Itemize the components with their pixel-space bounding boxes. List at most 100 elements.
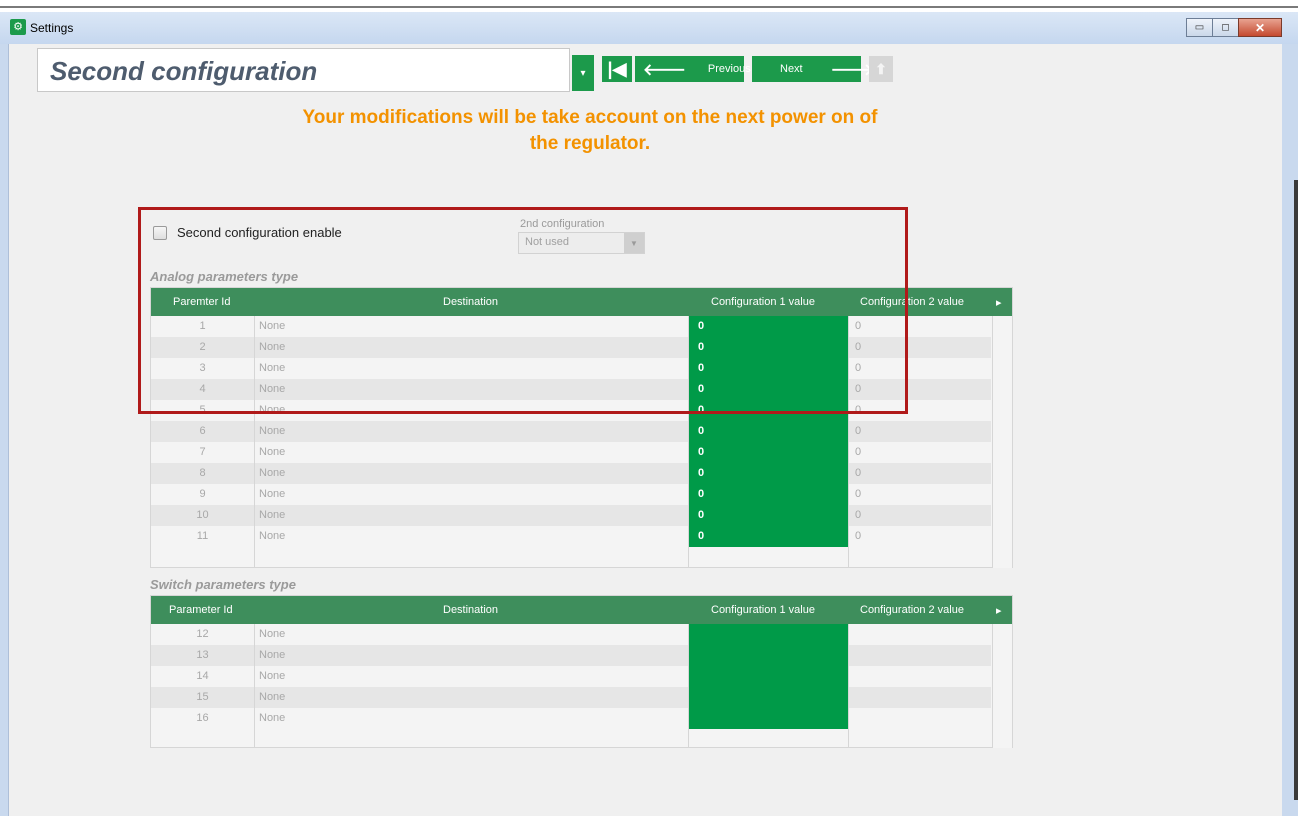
config-2-value-cell[interactable]: 0 [848, 320, 861, 332]
config-1-value-cell[interactable] [688, 645, 848, 666]
col-config-2-value[interactable]: Configuration 2 value [860, 296, 964, 308]
table-row[interactable]: 16 None [151, 708, 991, 729]
table-row[interactable]: 12 None [151, 624, 991, 645]
configuration-dropdown-button[interactable]: ▾ [572, 55, 594, 91]
previous-button[interactable]: 🡐 Previous [635, 56, 751, 82]
table-row[interactable]: 14 None [151, 666, 991, 687]
second-config-select[interactable]: Not used ▼ [518, 232, 645, 254]
destination-cell[interactable]: None [259, 649, 285, 661]
col-divider [254, 316, 255, 568]
scroll-right-icon[interactable]: ▸ [996, 604, 1002, 617]
window-edge [1294, 180, 1298, 800]
config-1-value-cell[interactable]: 0 [688, 505, 848, 526]
notice-message: Your modifications will be take account … [230, 105, 950, 157]
config-1-value-cell[interactable] [688, 624, 848, 645]
col-destination[interactable]: Destination [443, 296, 498, 308]
upload-button[interactable]: ⬆ [869, 56, 893, 82]
config-1-value-cell[interactable]: 0 [688, 442, 848, 463]
arrow-right-icon: 🡒 [830, 61, 874, 79]
configuration-selector[interactable]: Second configuration [37, 48, 570, 92]
analog-parameters-grid: Paremter Id Destination Configuration 1 … [150, 287, 1013, 568]
config-1-value-cell[interactable]: 0 [688, 526, 848, 547]
upload-arrow-icon: ⬆ [875, 60, 887, 77]
table-row[interactable]: 8 None 0 0 [151, 463, 991, 484]
parameter-id-cell: 1 [199, 320, 206, 332]
config-1-value-cell[interactable]: 0 [688, 400, 848, 421]
config-2-value-cell[interactable]: 0 [848, 467, 861, 479]
config-2-value-cell[interactable]: 0 [848, 530, 861, 542]
second-configuration-enable[interactable]: Second configuration enable [153, 225, 342, 240]
destination-cell[interactable]: None [259, 425, 285, 437]
col-parameter-id[interactable]: Parameter Id [169, 604, 233, 616]
config-1-value-cell[interactable]: 0 [688, 358, 848, 379]
table-row[interactable]: 1 None 0 0 [151, 316, 991, 337]
table-row[interactable]: 9 None 0 0 [151, 484, 991, 505]
config-2-value-cell[interactable]: 0 [848, 488, 861, 500]
close-button[interactable]: ✕ [1238, 18, 1282, 37]
table-row[interactable]: 15 None [151, 687, 991, 708]
config-2-value-cell[interactable]: 0 [848, 509, 861, 521]
col-config-1-value[interactable]: Configuration 1 value [711, 604, 815, 616]
config-2-value-cell[interactable]: 0 [848, 446, 861, 458]
config-1-value-cell[interactable]: 0 [688, 379, 848, 400]
parameter-id-cell: 13 [196, 649, 209, 661]
destination-cell[interactable]: None [259, 383, 285, 395]
col-config-1-value[interactable]: Configuration 1 value [711, 296, 815, 308]
destination-cell[interactable]: None [259, 341, 285, 353]
maximize-button[interactable]: ◻ [1212, 18, 1239, 37]
destination-cell[interactable]: None [259, 488, 285, 500]
table-row[interactable]: 11 None 0 0 [151, 526, 991, 547]
scroll-right-icon[interactable]: ▸ [996, 296, 1002, 309]
destination-cell[interactable]: None [259, 404, 285, 416]
destination-cell[interactable]: None [259, 691, 285, 703]
skip-to-first-icon: |◀ [607, 58, 627, 79]
config-2-value-cell[interactable]: 0 [848, 404, 861, 416]
col-parameter-id[interactable]: Paremter Id [173, 296, 230, 308]
analog-vertical-scrollbar[interactable] [992, 316, 1012, 568]
col-destination[interactable]: Destination [443, 604, 498, 616]
config-1-value-cell[interactable]: 0 [688, 463, 848, 484]
config-2-value-cell[interactable]: 0 [848, 425, 861, 437]
table-row[interactable]: 10 None 0 0 [151, 505, 991, 526]
parameter-id-cell: 8 [199, 467, 206, 479]
config-1-value-cell[interactable] [688, 666, 848, 687]
table-row[interactable]: 4 None 0 0 [151, 379, 991, 400]
table-row[interactable]: 6 None 0 0 [151, 421, 991, 442]
config-1-value-cell[interactable]: 0 [688, 337, 848, 358]
destination-cell[interactable]: None [259, 320, 285, 332]
parameter-id-cell: 9 [199, 488, 206, 500]
destination-cell[interactable]: None [259, 467, 285, 479]
switch-section-title: Switch parameters type [150, 577, 296, 592]
enable-checkbox[interactable] [153, 225, 167, 240]
switch-grid-header: Parameter Id Destination Configuration 1… [151, 596, 1012, 624]
col-divider [688, 624, 689, 748]
destination-cell[interactable]: None [259, 670, 285, 682]
config-2-value-cell[interactable]: 0 [848, 383, 861, 395]
table-row[interactable]: 7 None 0 0 [151, 442, 991, 463]
config-1-value-cell[interactable] [688, 687, 848, 708]
destination-cell[interactable]: None [259, 446, 285, 458]
table-row[interactable]: 3 None 0 0 [151, 358, 991, 379]
destination-cell[interactable]: None [259, 509, 285, 521]
config-1-value-cell[interactable] [688, 708, 848, 729]
destination-cell[interactable]: None [259, 628, 285, 640]
table-row[interactable]: 13 None [151, 645, 991, 666]
config-2-value-cell[interactable]: 0 [848, 341, 861, 353]
config-1-value-cell[interactable]: 0 [688, 421, 848, 442]
config-1-value-cell[interactable]: 0 [688, 316, 848, 337]
col-config-2-value[interactable]: Configuration 2 value [860, 604, 964, 616]
parameter-id-cell: 5 [199, 404, 206, 416]
parameter-id-cell: 4 [199, 383, 206, 395]
config-1-value-cell[interactable]: 0 [688, 484, 848, 505]
destination-cell[interactable]: None [259, 362, 285, 374]
first-page-button[interactable]: |◀ [602, 56, 632, 82]
minimize-button[interactable]: ▭ [1186, 18, 1213, 37]
table-row[interactable]: 2 None 0 0 [151, 337, 991, 358]
table-row[interactable]: 5 None 0 0 [151, 400, 991, 421]
switch-vertical-scrollbar[interactable] [992, 624, 1012, 748]
config-2-value-cell[interactable]: 0 [848, 362, 861, 374]
next-button[interactable]: Next 🡒 [752, 56, 874, 82]
destination-cell[interactable]: None [259, 712, 285, 724]
destination-cell[interactable]: None [259, 530, 285, 542]
analog-section-title: Analog parameters type [150, 269, 299, 284]
